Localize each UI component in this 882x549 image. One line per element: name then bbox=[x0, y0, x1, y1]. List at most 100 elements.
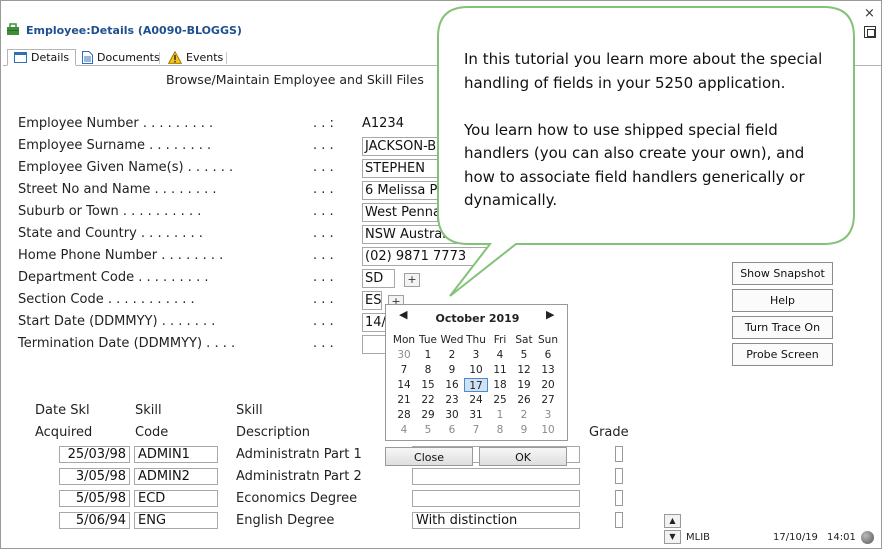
skill-date-cell[interactable]: 25/03/98 bbox=[59, 446, 130, 463]
calendar-day[interactable]: 22 bbox=[416, 393, 440, 407]
start-date-field[interactable]: 14/ bbox=[362, 313, 386, 332]
calendar-day[interactable]: 1 bbox=[488, 408, 512, 422]
skill-code-cell[interactable]: ECD bbox=[134, 490, 218, 507]
leader-dots: . . . bbox=[313, 248, 334, 263]
next-month-button[interactable]: ▶ bbox=[546, 308, 554, 321]
skill-code-cell[interactable]: ENG bbox=[134, 512, 218, 529]
skill-date-cell[interactable]: 5/06/94 bbox=[59, 512, 130, 529]
suburb-field[interactable]: West Penna bbox=[362, 203, 438, 222]
calendar-day[interactable]: 7 bbox=[464, 423, 488, 437]
calendar-day[interactable]: 10 bbox=[536, 423, 560, 437]
tab-details[interactable]: Details bbox=[7, 49, 77, 66]
calendar-ok-button[interactable]: OK bbox=[479, 447, 567, 466]
skill-description-header: Description bbox=[236, 425, 311, 440]
suburb-label: Suburb or Town . . . . . . . . . . bbox=[18, 204, 202, 219]
skill-code-cell[interactable]: ADMIN2 bbox=[134, 468, 218, 485]
calendar-day[interactable]: 30 bbox=[392, 348, 416, 362]
employee-surname-field[interactable]: JACKSON-B bbox=[362, 137, 438, 156]
calendar-day[interactable]: 21 bbox=[392, 393, 416, 407]
weekday-header: Sun bbox=[538, 334, 558, 346]
calendar-day[interactable]: 16 bbox=[440, 378, 464, 392]
calendar-day[interactable]: 29 bbox=[416, 408, 440, 422]
skill-code-cell[interactable]: ADMIN1 bbox=[134, 446, 218, 463]
calendar-day[interactable]: 27 bbox=[536, 393, 560, 407]
skill-date-cell[interactable]: 5/05/98 bbox=[59, 490, 130, 507]
weekday-header: Thu bbox=[466, 334, 486, 346]
calendar-day[interactable]: 6 bbox=[440, 423, 464, 437]
tab-separator bbox=[159, 52, 160, 64]
calendar-day[interactable]: 2 bbox=[440, 348, 464, 362]
calendar-day[interactable]: 11 bbox=[488, 363, 512, 377]
calendar-day[interactable]: 4 bbox=[392, 423, 416, 437]
calendar-day[interactable]: 12 bbox=[512, 363, 536, 377]
calendar-day[interactable]: 4 bbox=[488, 348, 512, 362]
calendar-day[interactable]: 8 bbox=[488, 423, 512, 437]
leader-dots: . . . bbox=[313, 182, 334, 197]
details-icon bbox=[14, 52, 27, 63]
tab-events[interactable]: Events bbox=[162, 49, 229, 66]
calendar-day[interactable]: 24 bbox=[464, 393, 488, 407]
skill-comment-field[interactable]: With distinction bbox=[412, 512, 580, 529]
skill-date-cell[interactable]: 3/05/98 bbox=[59, 468, 130, 485]
skill-comment-field[interactable] bbox=[412, 468, 580, 485]
turn-trace-on-button[interactable]: Turn Trace On bbox=[732, 316, 833, 339]
status-indicator-icon bbox=[861, 531, 874, 544]
calendar-close-button[interactable]: Close bbox=[385, 447, 473, 466]
date-picker-popup: ◀ October 2019 ▶ Mon Tue Wed Thu Fri Sat Sun 30… bbox=[385, 304, 568, 441]
calendar-day[interactable]: 5 bbox=[416, 423, 440, 437]
calendar-day[interactable]: 5 bbox=[512, 348, 536, 362]
calendar-day[interactable]: 14 bbox=[392, 378, 416, 392]
calendar-day[interactable]: 30 bbox=[440, 408, 464, 422]
department-lookup-button[interactable]: + bbox=[404, 273, 420, 287]
calendar-day[interactable]: 18 bbox=[488, 378, 512, 392]
calendar-day[interactable]: 31 bbox=[464, 408, 488, 422]
leader-dots: . . : bbox=[313, 116, 334, 131]
warning-icon bbox=[168, 51, 182, 64]
department-code-field[interactable]: SD bbox=[362, 269, 395, 288]
calendar-day[interactable]: 23 bbox=[440, 393, 464, 407]
street-field[interactable]: 6 Melissa P bbox=[362, 181, 438, 200]
page-heading: Browse/Maintain Employee and Skill Files bbox=[166, 72, 424, 87]
calendar-day[interactable]: 8 bbox=[416, 363, 440, 377]
grade-header: Grade bbox=[589, 425, 629, 440]
calendar-day[interactable]: 10 bbox=[464, 363, 488, 377]
calendar-day[interactable]: 2 bbox=[512, 408, 536, 422]
calendar-day[interactable]: 13 bbox=[536, 363, 560, 377]
termination-date-field[interactable] bbox=[362, 335, 386, 354]
leader-dots: . . . bbox=[313, 270, 334, 285]
skill-description-text: Economics Degree bbox=[236, 491, 358, 506]
calendar-day[interactable]: 9 bbox=[512, 423, 536, 437]
calendar-day[interactable]: 6 bbox=[536, 348, 560, 362]
grade-field[interactable] bbox=[615, 512, 623, 528]
calendar-day[interactable]: 15 bbox=[416, 378, 440, 392]
grade-field[interactable] bbox=[615, 468, 623, 484]
date-acquired-header: Acquired bbox=[35, 425, 93, 440]
calendar-day[interactable]: 7 bbox=[392, 363, 416, 377]
given-names-field[interactable]: STEPHEN bbox=[362, 159, 438, 178]
grade-field[interactable] bbox=[615, 490, 623, 506]
calendar-day[interactable]: 20 bbox=[536, 378, 560, 392]
grade-field[interactable] bbox=[615, 446, 623, 462]
document-icon bbox=[82, 51, 93, 64]
calendar-day[interactable]: 28 bbox=[392, 408, 416, 422]
calendar-day[interactable]: 19 bbox=[512, 378, 536, 392]
tab-documents[interactable]: Documents bbox=[76, 49, 166, 66]
probe-screen-button[interactable]: Probe Screen bbox=[732, 343, 833, 366]
calendar-day[interactable]: 17 bbox=[464, 378, 488, 392]
calendar-day[interactable]: 26 bbox=[512, 393, 536, 407]
calendar-day[interactable]: 1 bbox=[416, 348, 440, 362]
calendar-day[interactable]: 9 bbox=[440, 363, 464, 377]
section-code-field[interactable]: ES bbox=[362, 291, 382, 310]
given-names-label: Employee Given Name(s) . . . . . . bbox=[18, 160, 234, 175]
skill-comment-field[interactable] bbox=[412, 490, 580, 507]
restore-icon[interactable] bbox=[864, 26, 876, 38]
close-icon[interactable]: × bbox=[864, 6, 875, 21]
phone-label: Home Phone Number . . . . . . . . bbox=[18, 248, 224, 263]
department-label: Department Code . . . . . . . . . bbox=[18, 270, 209, 285]
calendar-day[interactable]: 3 bbox=[536, 408, 560, 422]
calendar-day[interactable]: 25 bbox=[488, 393, 512, 407]
scroll-down-button[interactable]: ▼ bbox=[664, 530, 681, 544]
employee-surname-label: Employee Surname . . . . . . . . bbox=[18, 138, 212, 153]
scroll-up-button[interactable]: ▲ bbox=[664, 514, 681, 528]
calendar-day[interactable]: 3 bbox=[464, 348, 488, 362]
